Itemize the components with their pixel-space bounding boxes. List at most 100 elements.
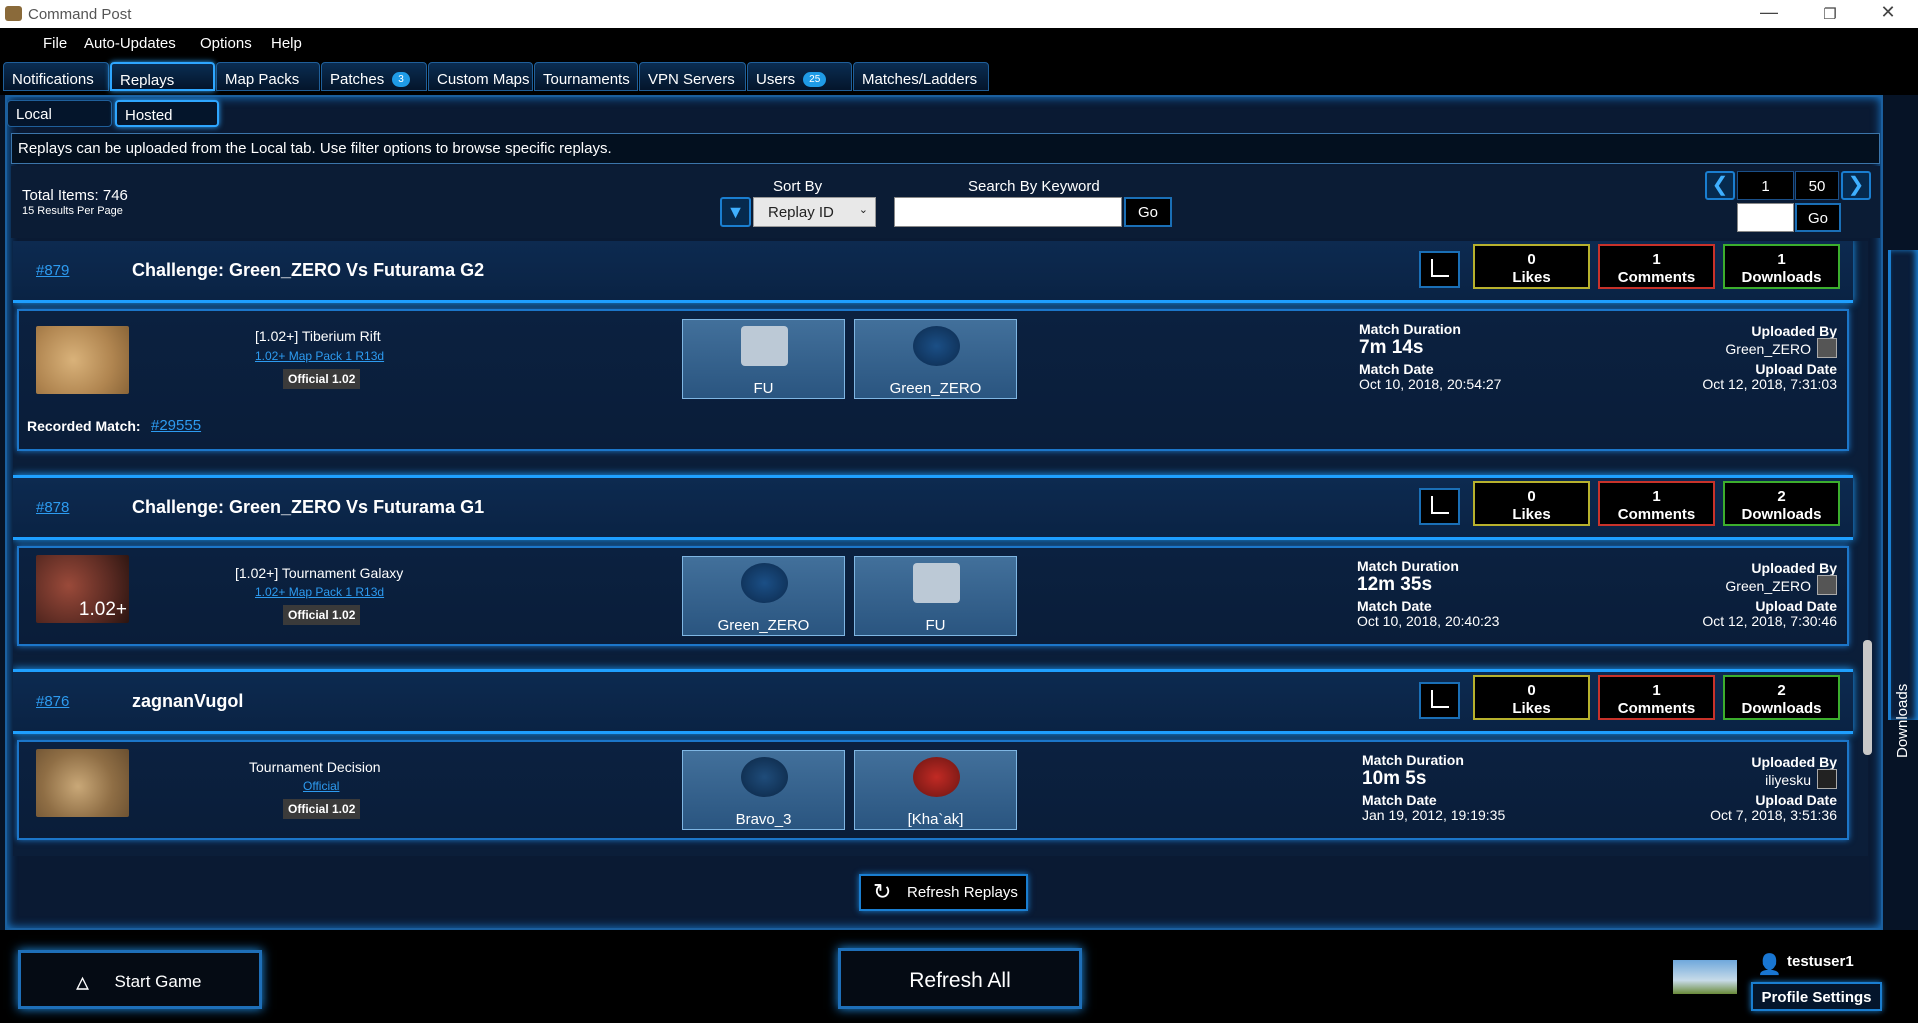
player-card[interactable]: Green_ZERO xyxy=(682,556,845,636)
player-card[interactable]: [Kha`ak] xyxy=(854,750,1017,830)
sort-direction-button[interactable]: ▼ xyxy=(720,197,751,227)
minimize-icon[interactable]: — xyxy=(1749,2,1789,23)
comments-label: Comments xyxy=(1617,506,1696,523)
app-icon xyxy=(5,6,22,21)
restore-icon[interactable]: ❐ xyxy=(1810,5,1850,23)
tab-label: Custom Maps xyxy=(437,71,530,88)
stats-button[interactable] xyxy=(1419,682,1460,719)
faction-emblem-icon xyxy=(913,326,960,366)
close-icon[interactable]: ✕ xyxy=(1868,2,1908,23)
map-thumbnail[interactable]: 1.02+ xyxy=(36,555,129,623)
comments-button[interactable]: 1 Comments xyxy=(1598,244,1715,289)
map-name: [1.02+] Tournament Galaxy xyxy=(235,565,404,581)
player-card[interactable]: FU xyxy=(682,319,845,399)
user-icon: 👤 xyxy=(1757,954,1782,976)
downloads-side-label: Downloads xyxy=(1894,683,1911,758)
refresh-all-button[interactable]: Refresh All xyxy=(838,948,1082,1009)
comments-count: 1 xyxy=(1652,251,1661,268)
tab-vpn-servers[interactable]: VPN Servers xyxy=(639,62,746,91)
downloads-label: Downloads xyxy=(1741,269,1822,286)
subtab-local[interactable]: Local xyxy=(7,100,112,127)
page-go-button[interactable]: Go xyxy=(1795,203,1841,232)
likes-button[interactable]: 0 Likes xyxy=(1473,481,1590,526)
tab-notifications[interactable]: Notifications xyxy=(3,62,109,91)
version-badge: Official 1.02 xyxy=(283,605,361,625)
menu-options[interactable]: Options xyxy=(200,35,252,52)
stats-button[interactable] xyxy=(1419,251,1460,288)
uploaded-by-label: Uploaded By xyxy=(1751,754,1837,770)
subtab-hosted[interactable]: Hosted xyxy=(115,100,219,127)
recorded-match-link[interactable]: #29555 xyxy=(151,417,201,434)
downloads-count: 2 xyxy=(1777,488,1786,505)
map-pack-link[interactable]: Official xyxy=(303,779,339,793)
bottom-bar: ▵ Start Game Refresh All 👤 testuser1 Pro… xyxy=(0,930,1918,1023)
chart-icon xyxy=(1431,496,1449,514)
upload-date: Oct 7, 2018, 3:51:36 xyxy=(1710,807,1837,823)
downloads-button[interactable]: 1 Downloads xyxy=(1723,244,1840,289)
downloads-label: Downloads xyxy=(1741,700,1822,717)
start-game-button[interactable]: ▵ Start Game xyxy=(18,950,262,1009)
page-current: 1 xyxy=(1737,171,1794,200)
tab-replays[interactable]: Replays xyxy=(110,62,215,91)
faction-emblem-icon xyxy=(741,563,788,603)
likes-button[interactable]: 0 Likes xyxy=(1473,675,1590,720)
search-label: Search By Keyword xyxy=(968,178,1100,195)
users-count-badge: 25 xyxy=(803,72,827,87)
page-prev-button[interactable]: ❮ xyxy=(1705,171,1735,200)
menu-auto-updates[interactable]: Auto-Updates xyxy=(84,35,176,52)
refresh-replays-button[interactable]: ↻ Refresh Replays xyxy=(859,874,1028,911)
likes-label: Likes xyxy=(1512,700,1551,717)
tab-users[interactable]: Users 25 xyxy=(747,62,852,91)
downloads-button[interactable]: 2 Downloads xyxy=(1723,481,1840,526)
match-date: Oct 10, 2018, 20:40:23 xyxy=(1357,613,1500,629)
likes-count: 0 xyxy=(1527,682,1536,699)
comments-count: 1 xyxy=(1652,488,1661,505)
menu-file[interactable]: File xyxy=(43,35,67,52)
player-card[interactable]: FU xyxy=(854,556,1017,636)
upload-date-label: Upload Date xyxy=(1755,598,1837,614)
profile-settings-button[interactable]: Profile Settings xyxy=(1751,982,1882,1011)
search-input[interactable] xyxy=(894,197,1122,227)
downloads-button[interactable]: 2 Downloads xyxy=(1723,675,1840,720)
map-name: Tournament Decision xyxy=(249,759,381,775)
window-title: Command Post xyxy=(28,6,132,23)
replay-id-link[interactable]: #879 xyxy=(36,262,69,279)
comments-button[interactable]: 1 Comments xyxy=(1598,481,1715,526)
tab-tournaments[interactable]: Tournaments xyxy=(534,62,638,91)
list-scrollbar[interactable] xyxy=(1863,640,1872,755)
map-name: [1.02+] Tiberium Rift xyxy=(255,328,381,344)
match-duration: 12m 35s xyxy=(1357,574,1433,595)
gdi-emblem-icon xyxy=(741,757,788,797)
downloads-side-panel[interactable]: Downloads xyxy=(1888,250,1918,758)
search-go-button[interactable]: Go xyxy=(1124,197,1172,227)
menu-help[interactable]: Help xyxy=(271,35,302,52)
replay-id-link[interactable]: #878 xyxy=(36,499,69,516)
map-thumbnail[interactable] xyxy=(36,326,129,394)
map-pack-link[interactable]: 1.02+ Map Pack 1 R13d xyxy=(255,585,384,599)
replay-id-link[interactable]: #876 xyxy=(36,693,69,710)
player-card[interactable]: Bravo_3 xyxy=(682,750,845,830)
page-next-button[interactable]: ❯ xyxy=(1841,171,1871,200)
chevron-right-icon: ❯ xyxy=(1847,174,1865,196)
stats-button[interactable] xyxy=(1419,488,1460,525)
page-jump-input[interactable] xyxy=(1737,203,1794,232)
upload-date: Oct 12, 2018, 7:31:03 xyxy=(1702,376,1837,392)
likes-button[interactable]: 0 Likes xyxy=(1473,244,1590,289)
player-name: Bravo_3 xyxy=(735,811,792,828)
match-duration: 7m 14s xyxy=(1359,337,1424,358)
uploaded-by-label: Uploaded By xyxy=(1751,560,1837,576)
map-thumbnail[interactable] xyxy=(36,749,129,817)
tab-matches-ladders[interactable]: Matches/Ladders xyxy=(853,62,989,91)
uploader-name: Green_ZERO xyxy=(1725,578,1811,594)
comments-button[interactable]: 1 Comments xyxy=(1598,675,1715,720)
tab-map-packs[interactable]: Map Packs xyxy=(216,62,320,91)
tab-patches[interactable]: Patches 3 xyxy=(321,62,427,91)
tab-bar: Notifications Replays Map Packs Patches 3… xyxy=(0,57,1918,95)
tab-custom-maps[interactable]: Custom Maps xyxy=(428,62,533,91)
map-pack-link[interactable]: 1.02+ Map Pack 1 R13d xyxy=(255,349,384,363)
player-card[interactable]: Green_ZERO xyxy=(854,319,1017,399)
match-date: Jan 19, 2012, 19:19:35 xyxy=(1362,807,1506,823)
patches-count-badge: 3 xyxy=(392,72,410,87)
sort-by-select[interactable]: Replay ID ⌄ xyxy=(753,197,876,227)
start-game-icon: ▵ xyxy=(76,966,90,996)
